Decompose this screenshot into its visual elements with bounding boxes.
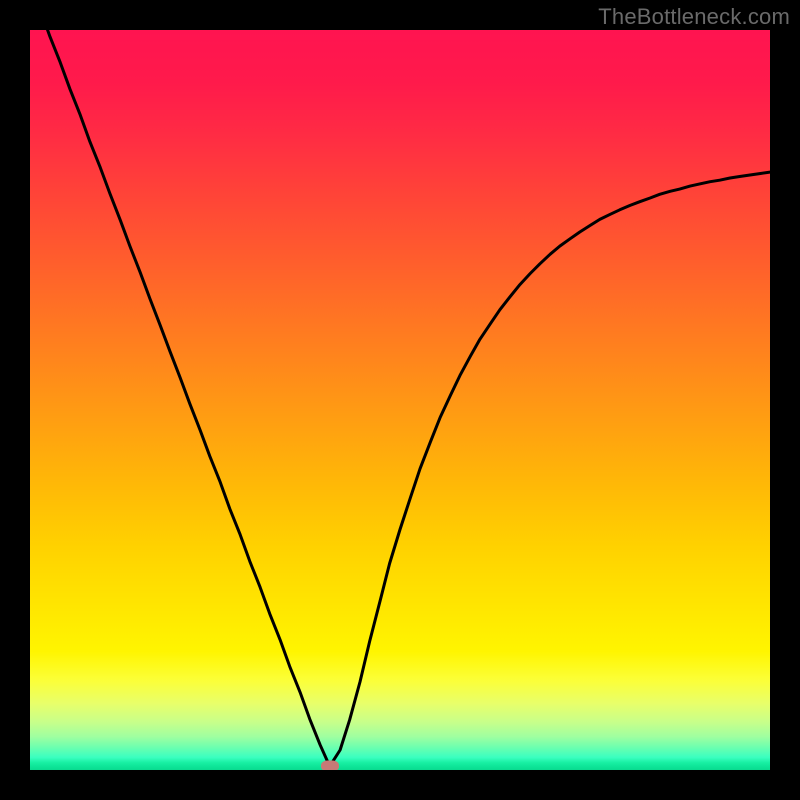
chart-container: TheBottleneck.com: [0, 0, 800, 800]
bottleneck-curve: [30, 30, 770, 770]
plot-area: [30, 30, 770, 770]
optimal-point-marker: [321, 761, 339, 770]
watermark-text: TheBottleneck.com: [598, 4, 790, 30]
